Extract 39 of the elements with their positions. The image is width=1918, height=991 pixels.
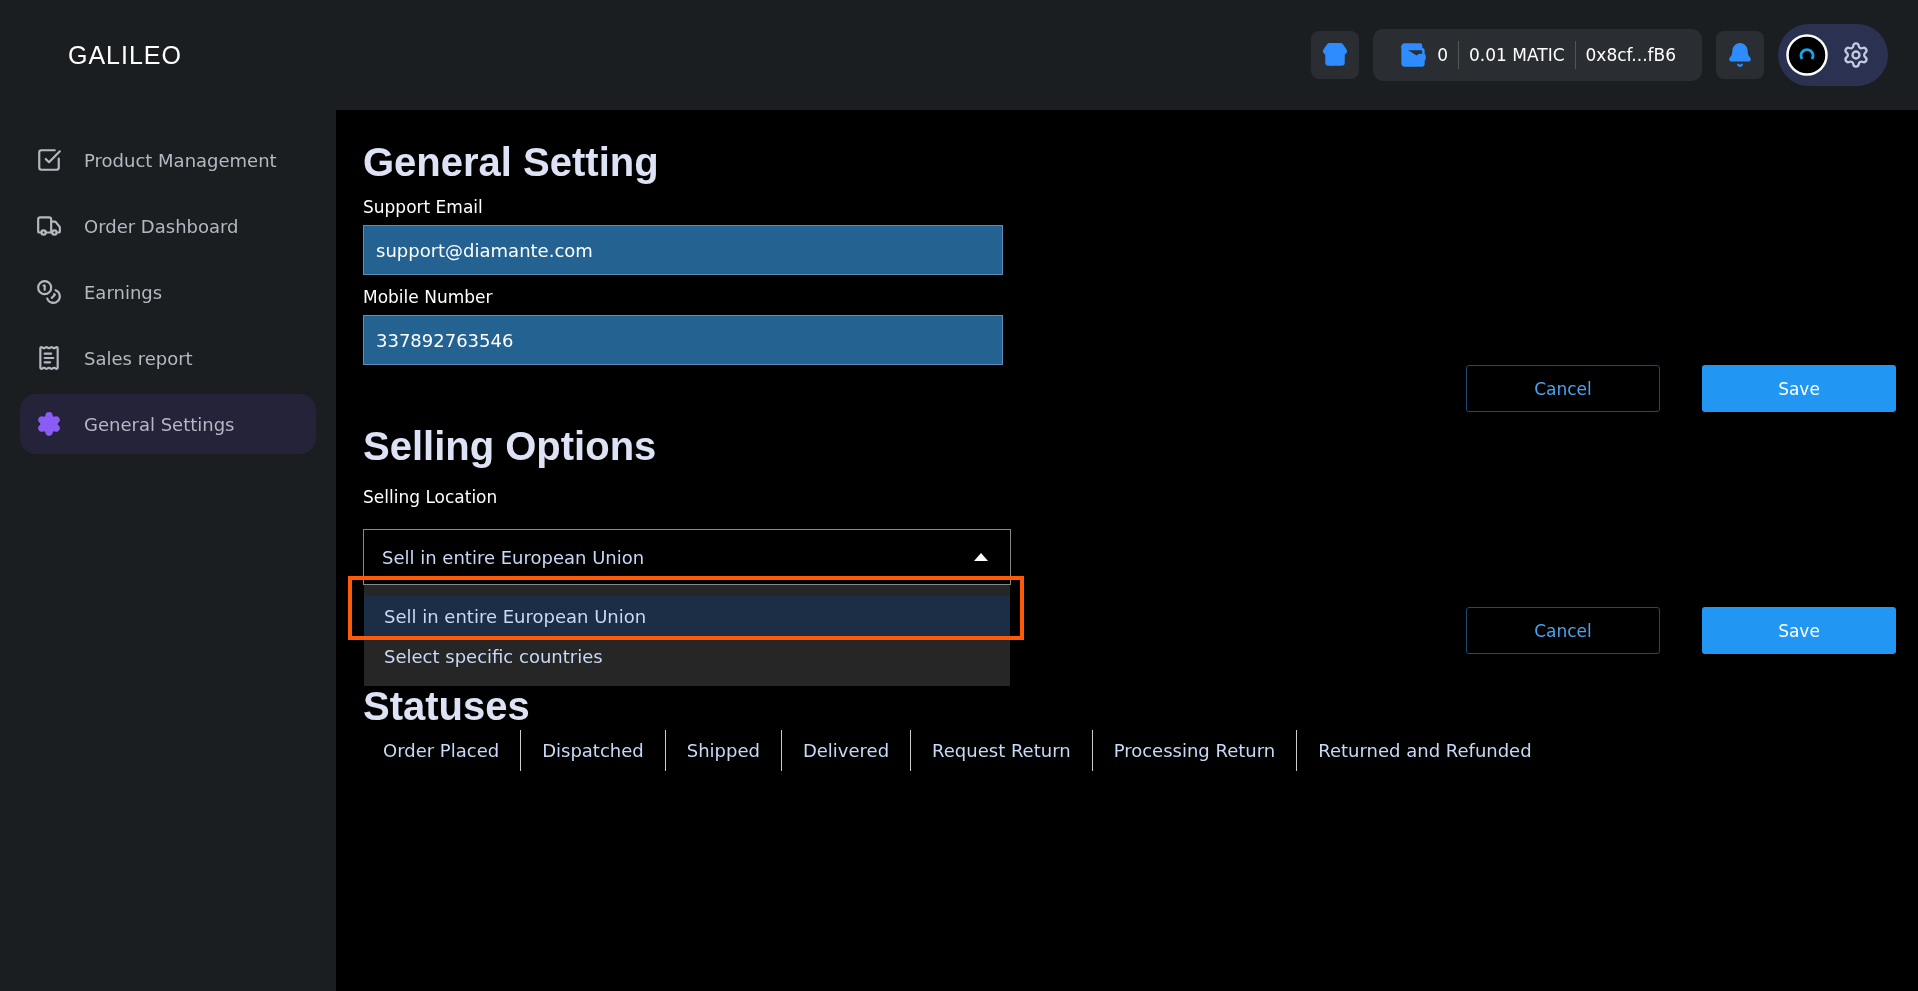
wallet-icon — [1399, 41, 1428, 69]
sidebar-item[interactable]: Order Dashboard — [20, 196, 316, 256]
wallet-balance: 0 — [1437, 45, 1448, 65]
avatar-icon — [1786, 34, 1828, 76]
sidebar-item[interactable]: Sales report — [20, 328, 316, 388]
field-label: Support Email — [363, 197, 484, 217]
sidebar-item[interactable]: Product Management — [20, 130, 316, 190]
field-label: Selling Location — [363, 487, 499, 507]
status-tab[interactable]: Dispatched — [520, 730, 665, 771]
status-tab[interactable]: Processing Return — [1091, 730, 1297, 771]
section-title: Statuses — [363, 686, 531, 726]
receipt-icon — [36, 345, 62, 371]
dropdown-option[interactable]: Sell in entire European Union — [364, 596, 1010, 636]
select-field[interactable]: Sell in entire European Union — [363, 529, 1011, 585]
cancel-button[interactable]: Cancel — [1466, 607, 1660, 654]
input-field[interactable]: 337892763546 — [363, 315, 1003, 365]
wallet-address: 0x8cf...fB6 — [1585, 45, 1676, 65]
coins-icon — [36, 279, 62, 305]
cancel-button[interactable]: Cancel — [1466, 365, 1660, 412]
bell-icon — [1727, 42, 1753, 68]
checkbox-icon — [36, 147, 62, 173]
status-tab[interactable]: Returned and Refunded — [1296, 730, 1553, 771]
notification-button[interactable] — [1716, 31, 1764, 79]
sidebar-item[interactable]: Earnings — [20, 262, 316, 322]
caret-icon — [974, 553, 988, 561]
sidebar-item[interactable]: General Settings — [20, 394, 316, 454]
field-label: Mobile Number — [363, 287, 494, 307]
status-tab[interactable]: Request Return — [910, 730, 1092, 771]
status-tab[interactable]: Shipped — [664, 730, 781, 771]
settings-icon[interactable] — [1842, 41, 1870, 69]
section-title: General Setting — [363, 140, 660, 185]
store-button[interactable] — [1311, 31, 1360, 79]
status-tab[interactable]: Order Placed — [383, 730, 521, 771]
truck-icon — [36, 213, 62, 239]
input-field[interactable]: support@diamante.com — [363, 225, 1003, 275]
status-tab[interactable]: Delivered — [780, 730, 911, 771]
wallet-amount: 0.01 MATIC — [1469, 45, 1565, 65]
logo: GALILEO — [68, 40, 182, 70]
section-title: Selling Options — [363, 424, 658, 469]
